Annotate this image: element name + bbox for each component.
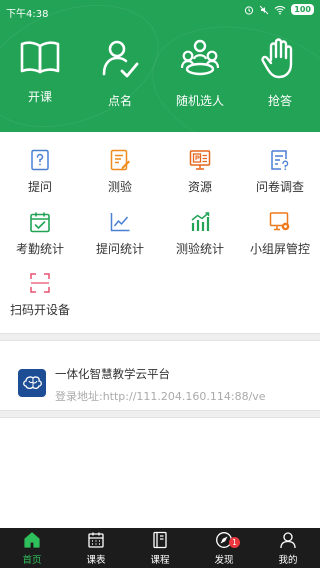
quick-answer-label: 抢答 bbox=[267, 94, 292, 108]
quiz-doc-icon bbox=[110, 149, 130, 171]
roll-call-button[interactable]: 点名 bbox=[85, 38, 155, 112]
nav-discover-label: 发现 bbox=[214, 555, 234, 566]
discover-badge: 1 bbox=[229, 537, 240, 548]
quick-answer-button[interactable]: 抢答 bbox=[245, 38, 315, 112]
calendar-check-icon bbox=[30, 212, 50, 233]
grid-item-quiz-stats[interactable]: 测验统计 bbox=[160, 211, 240, 259]
grid-item-group-screen[interactable]: 小组屏管控 bbox=[240, 211, 320, 259]
status-bar: 下午4:38 100 bbox=[0, 0, 320, 24]
nav-schedule-label: 课表 bbox=[86, 555, 106, 566]
mute-icon bbox=[259, 5, 269, 14]
grid-label-scan-device: 扫码开设备 bbox=[9, 303, 70, 317]
screen-gear-icon bbox=[269, 212, 290, 231]
grid-item-resources[interactable]: 资源 bbox=[160, 149, 240, 197]
brain-icon bbox=[23, 376, 42, 390]
nav-discover[interactable]: 1 发现 bbox=[192, 528, 256, 568]
platform-logo bbox=[18, 369, 46, 397]
battery-indicator: 100 bbox=[291, 4, 314, 15]
line-chart-icon bbox=[110, 213, 130, 232]
status-icons: 100 bbox=[244, 4, 314, 15]
user-check-icon bbox=[102, 40, 139, 78]
grid-label-group-screen: 小组屏管控 bbox=[249, 242, 310, 256]
section-divider bbox=[0, 333, 320, 341]
home-icon bbox=[24, 532, 40, 548]
survey-icon bbox=[271, 150, 289, 170]
grid-item-scan-device[interactable]: 扫码开设备 bbox=[0, 272, 80, 320]
grid-item-question-stats[interactable]: 提问统计 bbox=[80, 211, 160, 259]
nav-profile[interactable]: 我的 bbox=[256, 528, 320, 568]
nav-profile-label: 我的 bbox=[278, 555, 298, 566]
random-pick-button[interactable]: 随机选人 bbox=[165, 38, 235, 112]
platform-entry[interactable]: 一体化智慧教学云平台 登录地址:http://111.204.160.114:8… bbox=[0, 352, 320, 410]
grid-item-quiz[interactable]: 测验 bbox=[80, 149, 160, 197]
start-class-button[interactable]: 开课 bbox=[5, 38, 75, 112]
ppt-icon bbox=[189, 150, 211, 170]
header-panel: 下午4:38 100 开课 点名 随机选人 抢答 bbox=[0, 0, 320, 132]
roll-call-label: 点名 bbox=[107, 94, 132, 108]
profile-icon bbox=[280, 532, 296, 549]
platform-url: 登录地址:http://111.204.160.114:88/ve bbox=[55, 390, 266, 403]
nav-home[interactable]: 首页 bbox=[0, 528, 64, 568]
grid-label-survey: 问卷调查 bbox=[255, 180, 304, 194]
wifi-icon bbox=[274, 5, 286, 14]
book-icon bbox=[20, 41, 60, 74]
course-icon bbox=[153, 531, 167, 549]
nav-course[interactable]: 课程 bbox=[128, 528, 192, 568]
nav-course-label: 课程 bbox=[150, 555, 170, 566]
bottom-nav: 首页 课表 课程 1 发现 我的 bbox=[0, 528, 320, 568]
status-time: 下午4:38 bbox=[6, 9, 49, 20]
bar-chart-icon bbox=[191, 212, 210, 231]
alarm-icon bbox=[245, 5, 254, 15]
scan-icon bbox=[30, 273, 50, 293]
grid-item-question[interactable]: 提问 bbox=[0, 149, 80, 197]
random-pick-label: 随机选人 bbox=[175, 94, 224, 108]
nav-home-label: 首页 bbox=[22, 555, 42, 566]
raise-hand-icon bbox=[261, 38, 293, 79]
grid-item-attendance-stats[interactable]: 考勤统计 bbox=[0, 211, 80, 259]
start-class-label: 开课 bbox=[27, 90, 52, 104]
schedule-icon bbox=[88, 532, 104, 548]
grid-item-survey[interactable]: 问卷调查 bbox=[240, 149, 320, 197]
nav-schedule[interactable]: 课表 bbox=[64, 528, 128, 568]
section-divider bbox=[0, 410, 320, 418]
group-icon bbox=[180, 39, 220, 76]
question-doc-icon bbox=[31, 149, 49, 171]
platform-title: 一体化智慧教学云平台 bbox=[55, 367, 170, 381]
